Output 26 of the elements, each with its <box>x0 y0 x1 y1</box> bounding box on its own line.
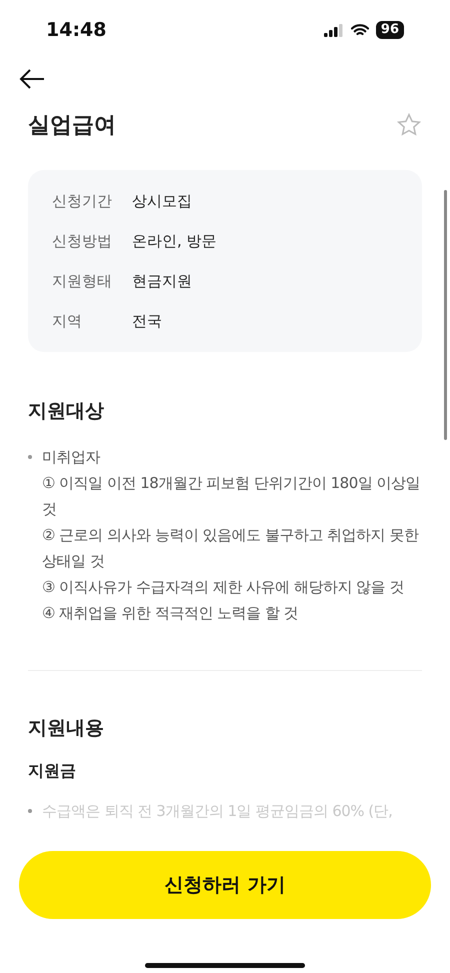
bullet-dot <box>28 455 32 459</box>
section-title: 지원대상 <box>28 399 105 424</box>
condition-text: ① 이직일 이전 18개월간 피보험 단위기간이 180일 이상일 것 <box>42 473 422 520</box>
bullet-text: 미취업자 <box>42 447 102 468</box>
page-title: 실업급여 <box>28 112 116 140</box>
info-label: 지역 <box>52 311 83 332</box>
signal-icon <box>324 24 344 36</box>
wifi-icon <box>350 24 369 36</box>
info-value: 온라인, 방문 <box>132 231 217 252</box>
condition-text: ④ 재취업을 위한 적극적인 노력을 할 것 <box>42 603 300 624</box>
section-subtitle: 지원금 <box>28 761 77 782</box>
section-title: 지원내용 <box>28 716 105 741</box>
condition-text: ② 근로의 의사와 능력이 있음에도 불구하고 취업하지 못한 상태일 것 <box>42 525 420 572</box>
info-value: 상시모집 <box>132 191 192 212</box>
star-icon[interactable] <box>396 112 422 138</box>
battery-level: 96 <box>376 21 404 39</box>
bullet-dot <box>28 809 32 813</box>
info-value: 전국 <box>132 311 162 332</box>
back-arrow-icon[interactable] <box>18 68 46 90</box>
info-value: 현금지원 <box>132 271 192 292</box>
apply-button[interactable]: 신청하러 가기 <box>19 851 431 919</box>
condition-text: ③ 이직사유가 수급자격의 제한 사유에 해당하지 않을 것 <box>42 577 405 598</box>
info-label: 신청기간 <box>52 191 113 212</box>
info-label: 신청방법 <box>52 231 113 252</box>
status-time: 14:48 <box>46 19 106 41</box>
info-label: 지원형태 <box>52 271 113 292</box>
